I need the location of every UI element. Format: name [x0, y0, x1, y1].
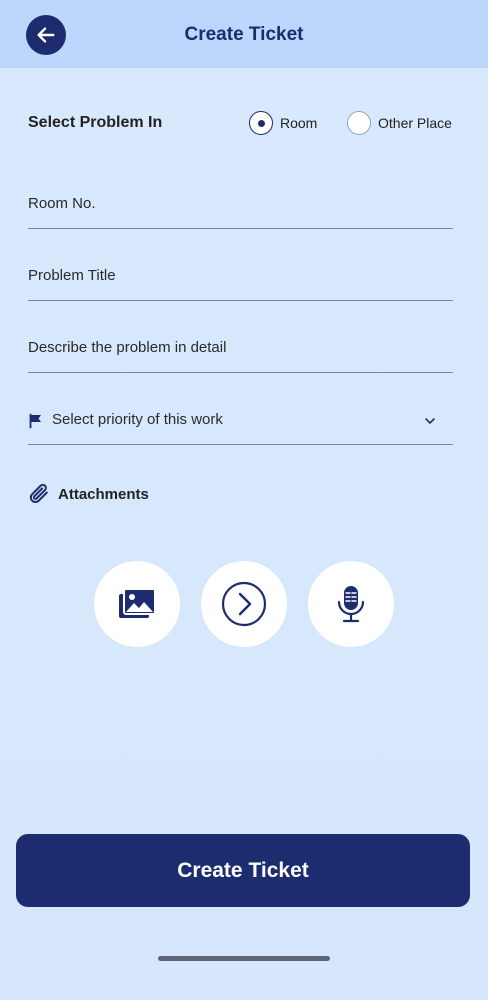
create-ticket-button[interactable]: Create Ticket — [16, 834, 470, 907]
attachments-label: Attachments — [58, 485, 149, 503]
radio-other-place-label: Other Place — [378, 115, 452, 131]
room-number-placeholder: Room No. — [28, 195, 96, 212]
description-placeholder: Describe the problem in detail — [28, 339, 227, 356]
image-gallery-icon — [119, 588, 156, 618]
problem-title-placeholder: Problem Title — [28, 267, 116, 284]
page-title: Create Ticket — [184, 24, 304, 45]
create-ticket-label: Create Ticket — [177, 858, 309, 882]
app-header: Create Ticket — [0, 0, 488, 68]
radio-other-place[interactable]: Other Place — [347, 111, 452, 135]
record-audio-button[interactable] — [308, 561, 394, 647]
radio-room[interactable]: Room — [249, 111, 317, 135]
priority-placeholder: Select priority of this work — [52, 411, 223, 428]
flag-icon — [29, 413, 41, 429]
chevron-down-icon — [425, 418, 435, 424]
home-indicator[interactable] — [158, 956, 330, 961]
room-number-field[interactable]: Room No. — [28, 189, 453, 229]
description-field[interactable]: Describe the problem in detail — [28, 333, 453, 373]
add-image-button[interactable] — [94, 561, 180, 647]
radio-room-label: Room — [280, 115, 318, 131]
radio-room-indicator[interactable] — [249, 111, 273, 135]
microphone-icon — [337, 586, 365, 623]
problem-title-field[interactable]: Problem Title — [28, 261, 453, 301]
priority-select[interactable]: Select priority of this work — [28, 405, 453, 445]
next-attachment-button[interactable] — [201, 561, 287, 647]
radio-other-place-indicator[interactable] — [347, 111, 371, 135]
paperclip-icon — [29, 483, 48, 504]
chevron-right-circle-icon — [221, 581, 267, 627]
problem-location-label: Select Problem In — [28, 114, 163, 131]
attachments-header: Attachments — [28, 482, 149, 506]
